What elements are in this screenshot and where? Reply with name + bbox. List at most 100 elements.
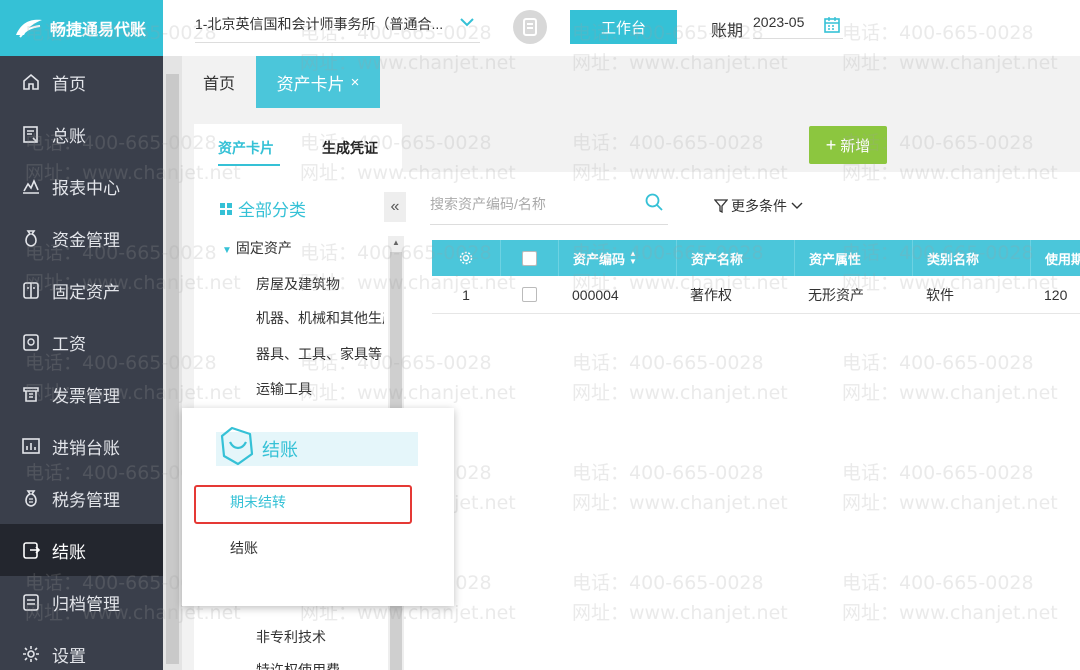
filter-icon — [714, 199, 728, 213]
nav-item-fixed-assets[interactable]: 固定资产 — [0, 264, 163, 316]
inventory-icon — [20, 435, 42, 457]
nav-item-reports[interactable]: 报表中心 — [0, 160, 163, 212]
table-header: 资产编码 ▲▼ 资产名称 资产属性 类别名称 使用期 — [432, 240, 1080, 276]
asset-list-panel: 搜索资产编码/名称 更多条件 资产编码 ▲ ▼ 资产名称 资产属性 类别名称 使… — [406, 172, 1080, 670]
brand-logo[interactable]: 畅捷通易代账 — [0, 0, 163, 56]
header-asset-name: 资产名称 — [676, 240, 794, 276]
checkout-icon — [216, 424, 258, 471]
search-input[interactable]: 搜索资产编码/名称 — [430, 194, 668, 225]
money-bag-icon — [20, 227, 42, 249]
nav-item-funds[interactable]: 资金管理 — [0, 212, 163, 264]
category-item[interactable]: 机器、机械和其他生产设备 — [256, 308, 384, 328]
subtab-active-indicator — [218, 164, 280, 166]
gear-icon — [20, 643, 42, 665]
nav-label: 发票管理 — [52, 386, 120, 406]
nav-item-home[interactable]: 首页 — [0, 56, 163, 108]
asset-icon — [20, 279, 42, 301]
checkout-submenu: 结账 期末结转 结账 — [182, 408, 454, 606]
page-scrollbar-thumb[interactable] — [166, 74, 179, 664]
select-all-checkbox[interactable] — [522, 250, 537, 266]
tab-strip: 首页 资产卡片 × — [182, 56, 1080, 108]
nav-item-settings[interactable]: 设置 — [0, 628, 163, 670]
category-item[interactable]: 特许权使用费 — [256, 660, 384, 670]
tab-home[interactable]: 首页 — [182, 56, 256, 108]
cell-category-name: 软件 — [926, 286, 954, 303]
invoice-icon — [20, 383, 42, 405]
top-bar: 1-北京英信国和会计师事务所（普通合... 工作台 账期 2023-05 — [163, 0, 1080, 56]
grid-icon — [220, 202, 232, 215]
company-selector[interactable]: 1-北京英信国和会计师事务所（普通合... — [195, 14, 480, 43]
nav-label: 报表中心 — [52, 178, 120, 198]
category-item[interactable]: 非专利技术 — [256, 627, 384, 647]
nav-label: 税务管理 — [52, 490, 120, 510]
category-item[interactable]: 房屋及建筑物 — [256, 274, 384, 294]
subtab-generate-voucher[interactable]: 生成凭证 — [322, 138, 378, 158]
caret-down-icon: ▼ — [222, 245, 232, 256]
header-asset-attribute: 资产属性 — [794, 240, 912, 276]
nav-item-checkout[interactable]: 结账 — [0, 524, 163, 576]
nav-label: 结账 — [52, 542, 86, 562]
nav-label: 设置 — [52, 646, 86, 666]
header-category-name: 类别名称 — [912, 240, 1030, 276]
tab-asset-card[interactable]: 资产卡片 × — [256, 56, 380, 108]
category-header[interactable]: 全部分类 — [220, 196, 306, 221]
category-root-label: 固定资产 — [235, 240, 292, 256]
nav-label: 进销台账 — [52, 438, 120, 458]
nav-label: 资金管理 — [52, 230, 120, 250]
notes-icon[interactable] — [513, 10, 547, 44]
home-icon — [20, 71, 42, 93]
workbench-button[interactable]: 工作台 — [570, 10, 677, 44]
chevron-down-icon[interactable] — [459, 14, 475, 31]
cell-asset-code: 000004 — [572, 286, 619, 303]
nav-label: 总账 — [52, 126, 86, 146]
collapse-panel-button[interactable]: « — [384, 192, 406, 222]
chart-icon — [20, 175, 42, 197]
nav-item-salary[interactable]: 工资 — [0, 316, 163, 368]
sub-tabs: 资产卡片 生成凭证 — [194, 124, 402, 172]
nav-item-invoices[interactable]: 发票管理 — [0, 368, 163, 420]
nav-label: 归档管理 — [52, 594, 120, 614]
more-filters-button[interactable]: 更多条件 — [714, 196, 803, 216]
category-header-label: 全部分类 — [238, 201, 306, 220]
row-index: 1 — [462, 286, 470, 303]
subtab-asset-card[interactable]: 资产卡片 — [218, 138, 274, 158]
tax-icon — [20, 487, 42, 509]
brand-logo-icon — [16, 19, 42, 38]
row-checkbox-cell — [500, 276, 558, 313]
category-item[interactable]: 运输工具 — [256, 379, 384, 399]
submenu-header: 结账 — [216, 426, 418, 466]
highlight-box — [194, 485, 412, 524]
add-button[interactable]: + 新增 — [809, 126, 887, 164]
checkout-icon — [20, 539, 42, 561]
page-scrollbar[interactable] — [163, 56, 182, 670]
table-row[interactable]: 1 000004 著作权 无形资产 软件 120 — [432, 276, 1080, 314]
category-item[interactable]: 器具、工具、家具等 — [256, 344, 384, 364]
column-settings-icon[interactable] — [432, 240, 500, 276]
cell-asset-name: 著作权 — [690, 286, 732, 303]
header-asset-code[interactable]: 资产编码 ▲ ▼ — [558, 240, 676, 276]
salary-icon — [20, 331, 42, 353]
tab-label: 资产卡片 — [276, 74, 345, 94]
submenu-item-checkout[interactable]: 结账 — [230, 538, 258, 558]
header-label: 资产编码 — [573, 251, 626, 267]
period-label: 账期 — [711, 23, 744, 40]
scroll-up-icon[interactable]: ▲ — [392, 238, 400, 247]
nav-item-archive[interactable]: 归档管理 — [0, 576, 163, 628]
asset-table: 资产编码 ▲▼ 资产名称 资产属性 类别名称 使用期 1 000004 著作权 … — [432, 240, 1080, 314]
archive-icon — [20, 591, 42, 613]
category-root[interactable]: ▼ 固定资产 — [222, 238, 292, 258]
nav-item-ledger[interactable]: 总账 — [0, 108, 163, 160]
calendar-icon[interactable] — [823, 16, 841, 37]
brand-name: 畅捷通易代账 — [50, 22, 147, 39]
sort-icon[interactable]: ▲ ▼ — [629, 250, 637, 266]
cell-useful-life: 120 — [1044, 286, 1068, 303]
row-checkbox[interactable] — [521, 287, 537, 302]
select-all-checkbox-cell — [500, 240, 558, 276]
header-useful-life: 使用期 — [1030, 240, 1080, 276]
search-icon[interactable] — [644, 192, 664, 215]
nav-label: 固定资产 — [52, 282, 120, 302]
nav-item-inventory[interactable]: 进销台账 — [0, 420, 163, 472]
add-label: 新增 — [840, 137, 871, 155]
nav-item-tax[interactable]: 税务管理 — [0, 472, 163, 524]
close-icon[interactable]: × — [351, 74, 360, 91]
